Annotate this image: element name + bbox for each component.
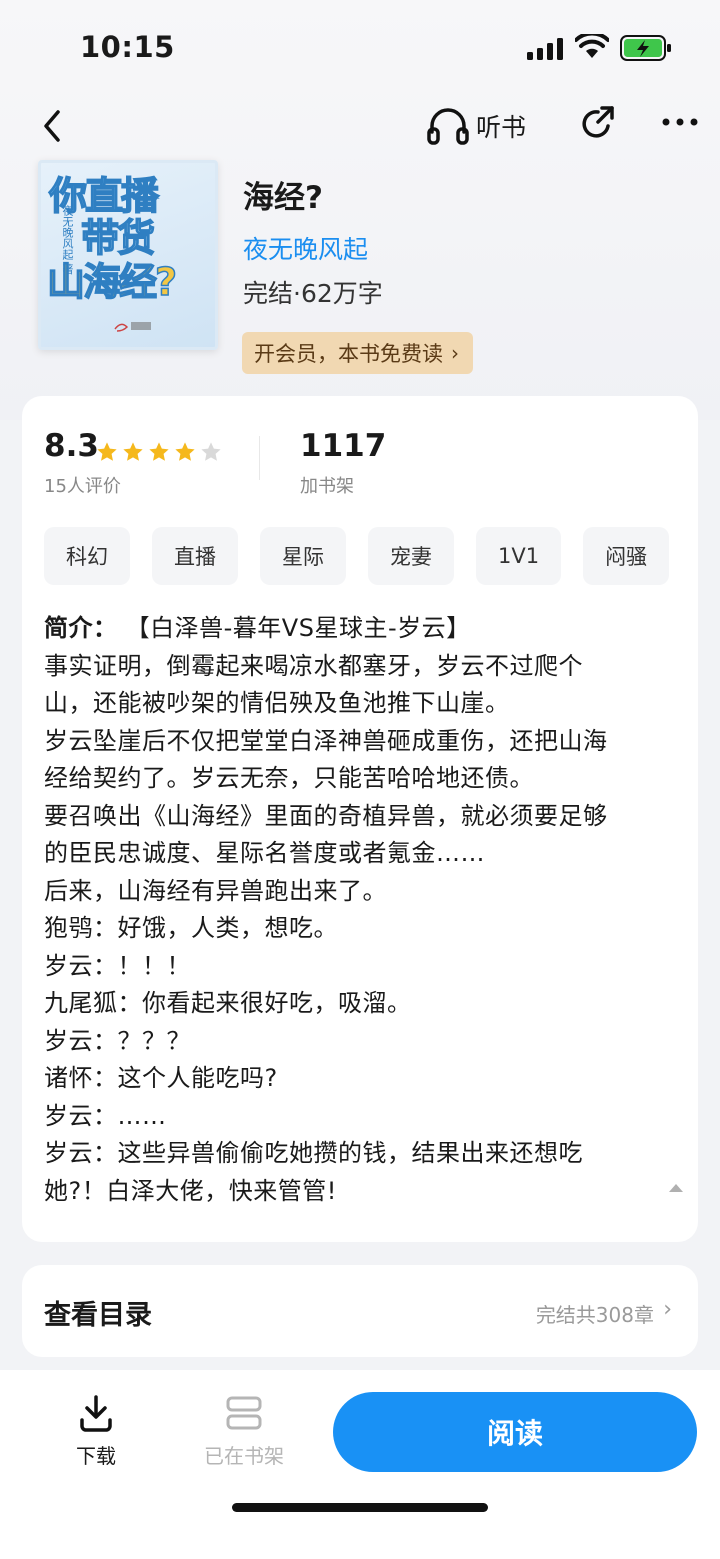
tag-item[interactable]: 星际 [260,527,346,585]
cellular-signal-icon [527,38,563,60]
tag-item[interactable]: 直播 [152,527,238,585]
synopsis-line: 岁云：…… [44,1101,167,1130]
read-button[interactable]: 阅读 [333,1392,697,1472]
shelf-add-label: 加书架 [300,476,354,497]
tag-item[interactable]: 闷骚 [583,527,670,585]
synopsis-line: 她?！白泽大佬，快来管管! [44,1176,337,1205]
home-indicator [232,1503,488,1512]
rating-score: 8.3 [44,428,99,464]
synopsis-label: 简介： [44,614,118,642]
star-icon [175,442,195,461]
synopsis-line: 经给契约了。岁云无奈，只能苦哈哈地还债。 [44,764,534,792]
synopsis-line: 岁云坠崖后不仅把堂堂白泽神兽砸成重伤，还把山海 [44,726,608,755]
publisher-logo-icon [114,322,151,332]
catalog-title: 查看目录 [44,1300,152,1331]
synopsis-line: 要召唤出《山海经》里面的奇植异兽，就必须要足够 [44,801,608,830]
download-label: 下载 [76,1444,116,1468]
book-author-link[interactable]: 夜无晚风起 [243,230,368,266]
star-rating [96,441,222,463]
nav-bar: 听书 [0,96,720,156]
headphones-icon [427,108,469,145]
synopsis-line: 简介： 【白泽兽-暮年VS星球主-岁云】 [44,610,684,648]
download-button[interactable]: 下载 [60,1394,132,1474]
bottom-action-bar: 下载 已在书架 阅读 [0,1370,720,1559]
chevron-right-icon: › [663,1297,672,1322]
book-status-wordcount: 完结·62万字 [243,279,383,308]
star-icon [201,442,221,461]
bookshelf-icon [226,1396,262,1430]
stats-divider [259,436,260,480]
wifi-icon [575,34,609,58]
synopsis-line: 九尾狐：你看起来很好吃，吸溜。 [44,989,412,1017]
synopsis-line: 岁云：？？？ [44,1026,191,1055]
tag-item[interactable]: 1V1 [476,527,562,585]
back-chevron-icon[interactable] [38,106,66,146]
tag-item[interactable]: 科幻 [44,527,130,585]
synopsis-line: 诸怀：这个人能吃吗? [44,1064,278,1092]
collapse-triangle-icon[interactable] [668,1182,684,1194]
catalog-chapter-count: 完结共308章 [535,1303,654,1327]
synopsis-line: 后来，山海经有异兽跑出来了。 [44,876,387,905]
star-icon [123,442,143,461]
more-options-icon[interactable] [660,112,700,132]
cover-title-line3: 山海经? [46,259,178,305]
synopsis-line: 岁云：！！！ [44,951,191,980]
vip-free-read-button[interactable]: 开会员，本书免费读 › [242,332,473,374]
status-time: 10:15 [80,30,175,64]
battery-charging-icon [620,35,671,61]
tag-item[interactable]: 宠妻 [368,527,454,585]
synopsis-line: 山，还能被吵架的情侣殃及鱼池推下山崖。 [44,689,510,717]
view-catalog-card[interactable]: 查看目录 完结共308章 › [22,1265,698,1357]
vip-button-label: 开会员，本书免费读 [254,342,443,366]
synopsis-subtitle: 【白泽兽-暮年VS星球主-岁云】 [125,614,471,642]
on-shelf-button[interactable]: 已在书架 [196,1394,292,1474]
synopsis-line: 岁云：这些异兽偷偷吃她攒的钱，结果出来还想吃 [44,1139,583,1167]
synopsis-line: 事实证明，倒霉起来喝凉水都塞牙，岁云不过爬个 [44,651,583,680]
book-title: 海经? [243,180,323,216]
status-bar: 10:15 [0,0,720,96]
share-icon[interactable] [578,104,618,144]
shelf-add-count: 1117 [300,428,387,464]
chevron-right-icon: › [451,341,459,365]
tag-list: 科幻 直播 星际 宠妻 1V1 闷骚 [44,527,698,587]
star-icon [149,442,169,461]
rating-count: 15人评价 [44,476,121,497]
synopsis-line: 的臣民忠诚度、星际名誉度或者氪金…… [44,839,485,867]
download-icon [80,1395,112,1432]
book-info-card: 8.3 15人评价 1117 加书架 科幻 直播 星际 宠妻 1V1 闷骚 简介… [22,396,698,1242]
listen-book-button[interactable]: 听书 [426,102,526,150]
star-icon [97,442,117,461]
synopsis-line: 狍鸮：好饿，人类，想吃。 [44,914,338,942]
on-shelf-label: 已在书架 [204,1444,284,1468]
listen-book-label: 听书 [476,113,527,142]
book-synopsis: 简介： 【白泽兽-暮年VS星球主-岁云】 事实证明，倒霉起来喝凉水都塞牙，岁云不… [44,610,684,1210]
book-cover[interactable]: 你直播 夜无晚风起 著 带货 山海经? [38,160,218,350]
